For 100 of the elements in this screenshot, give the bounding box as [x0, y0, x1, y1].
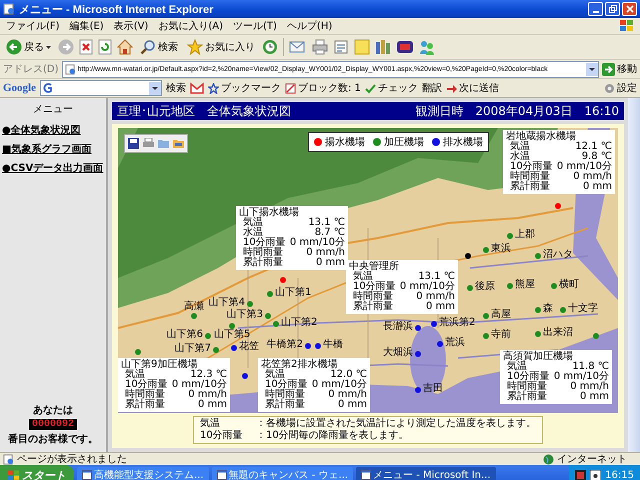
reading-value: 0 mm/10分 — [400, 282, 455, 292]
station-label: 東浜 — [491, 244, 511, 254]
reading-label: 10分雨量 — [265, 380, 308, 390]
page-icon — [3, 454, 14, 464]
station-label: 花笠 — [239, 342, 259, 352]
reading-label: 気温 — [125, 370, 145, 380]
reading-value: 0 mm/h — [573, 172, 612, 182]
visitor-counter: 0000092 — [28, 419, 77, 430]
reading-value: 8.7 ℃ — [314, 228, 345, 238]
stop-icon[interactable] — [79, 39, 93, 55]
station-name: 中央管理所 — [349, 261, 400, 272]
windows-logo-icon — [8, 470, 20, 480]
close-button[interactable] — [622, 2, 637, 16]
menu-link[interactable]: ■気象系グラフ画面 — [2, 142, 104, 156]
reading-value: 0 mm — [426, 302, 455, 312]
reading-label: 累計雨量 — [265, 400, 305, 410]
window-icon — [82, 470, 92, 480]
spellcheck-button[interactable]: チェック — [364, 81, 418, 95]
minimize-button[interactable] — [588, 2, 603, 16]
folder-icon[interactable] — [173, 138, 184, 149]
restore-icon — [608, 5, 616, 13]
menu-item[interactable]: 表示(V) — [114, 19, 148, 33]
search-field[interactable] — [40, 80, 162, 96]
menu-item[interactable]: ファイル(F) — [6, 19, 60, 33]
legend-label: 加圧機場 — [384, 136, 424, 149]
dropdown-icon[interactable] — [586, 62, 598, 76]
reading-label: 水温 — [243, 228, 263, 238]
window-title: メニュー - Microsoft Internet Explorer — [19, 2, 214, 16]
print-icon[interactable] — [312, 39, 328, 55]
mail-icon[interactable] — [190, 82, 204, 94]
reading-value: 0 mm/h — [570, 382, 609, 392]
favorites-button[interactable]: お気に入り — [185, 37, 257, 57]
reading-value: 0 mm — [316, 258, 345, 268]
page-icon — [3, 3, 15, 15]
reading-value: 0 mm — [338, 400, 367, 410]
document-icon[interactable] — [333, 39, 349, 55]
menu-item[interactable]: お気に入り(A) — [158, 19, 223, 33]
menu-item[interactable]: ヘルプ(H) — [286, 19, 332, 33]
scrollbar[interactable] — [628, 98, 640, 452]
star-icon — [187, 39, 203, 55]
menu-link[interactable]: ●CSVデータ出力画面 — [2, 161, 104, 175]
maximize-button[interactable] — [605, 2, 620, 16]
windows-logo-icon — [620, 20, 634, 32]
station-name: 山下揚水機場 — [239, 207, 300, 218]
window-icon — [216, 470, 227, 480]
folder-icon[interactable] — [158, 138, 169, 149]
station-label: 山下第3 — [226, 310, 263, 320]
search-button[interactable]: 検索 — [166, 81, 186, 95]
history-icon[interactable] — [262, 39, 278, 55]
save-icon[interactable] — [128, 138, 139, 149]
home-icon[interactable] — [117, 39, 133, 55]
globe-icon — [543, 454, 554, 464]
station-label: 高瀬 — [184, 302, 204, 312]
caret-icon — [46, 46, 51, 48]
clock: 16:15 — [605, 470, 634, 480]
reading-label: 気温 — [507, 362, 527, 372]
star-icon — [208, 82, 219, 94]
dropdown-icon[interactable] — [149, 82, 161, 94]
blocked-icon — [285, 82, 296, 94]
reading-label: 気温 — [265, 370, 285, 380]
station-label: 牛橋 — [323, 340, 343, 350]
station-label: 後原 — [475, 282, 495, 292]
station-label: 出来沼 — [543, 328, 573, 338]
reading-label: 累計雨量 — [510, 182, 550, 192]
go-button[interactable]: 移動 — [602, 62, 637, 76]
reading-label: 時間雨量 — [265, 390, 305, 400]
popup-blocker-button[interactable]: ブロック数: 1 — [285, 81, 361, 95]
send-button[interactable]: 次に送信 — [446, 81, 499, 95]
page-icon — [64, 64, 76, 74]
google-logo: Google — [3, 82, 36, 94]
reading-value: 9.8 ℃ — [582, 152, 612, 162]
back-button[interactable]: 戻る — [4, 37, 53, 57]
taskbar-button[interactable]: 高機能型支援システム... — [77, 466, 209, 480]
print-icon[interactable] — [143, 138, 154, 149]
menu-item[interactable]: ツール(T) — [233, 19, 277, 33]
reading-label: 累計雨量 — [353, 302, 393, 312]
mail-icon[interactable] — [289, 39, 307, 55]
settings-button[interactable]: 設定 — [604, 81, 637, 95]
people-icon[interactable] — [419, 39, 435, 55]
translate-button[interactable]: 翻訳 — [422, 81, 442, 95]
taskbar-button[interactable]: 無題のキャンバス - ウェ... — [212, 466, 354, 480]
station-name: 花笠第2排水機場 — [261, 359, 338, 370]
station-label: 十文字 — [568, 304, 598, 314]
bookmarks-button[interactable]: ブックマーク — [208, 81, 281, 95]
search-button[interactable]: 検索 — [138, 37, 180, 57]
station-label: 荒浜第2 — [439, 318, 476, 328]
status-message: ページが表示されました — [17, 452, 127, 466]
menu-link[interactable]: ●全体気象状況図 — [2, 123, 104, 137]
reading-label: 時間雨量 — [353, 292, 393, 302]
taskbar-button[interactable]: メニュー - Microsoft In... — [356, 466, 496, 480]
note-icon[interactable] — [354, 39, 370, 55]
sidebar-title: メニュー — [32, 103, 74, 116]
menu-item[interactable]: 編集(E) — [70, 19, 104, 33]
reading-label: 10分雨量 — [125, 380, 168, 390]
station-label: 長瀞浜 — [383, 322, 413, 332]
security-zone: インターネット — [557, 453, 628, 466]
start-button[interactable]: スタート — [0, 465, 74, 480]
refresh-icon[interactable] — [98, 39, 112, 55]
reading-value: 0 mm/10分 — [556, 162, 612, 172]
legend-label: 排水機場 — [443, 136, 483, 149]
